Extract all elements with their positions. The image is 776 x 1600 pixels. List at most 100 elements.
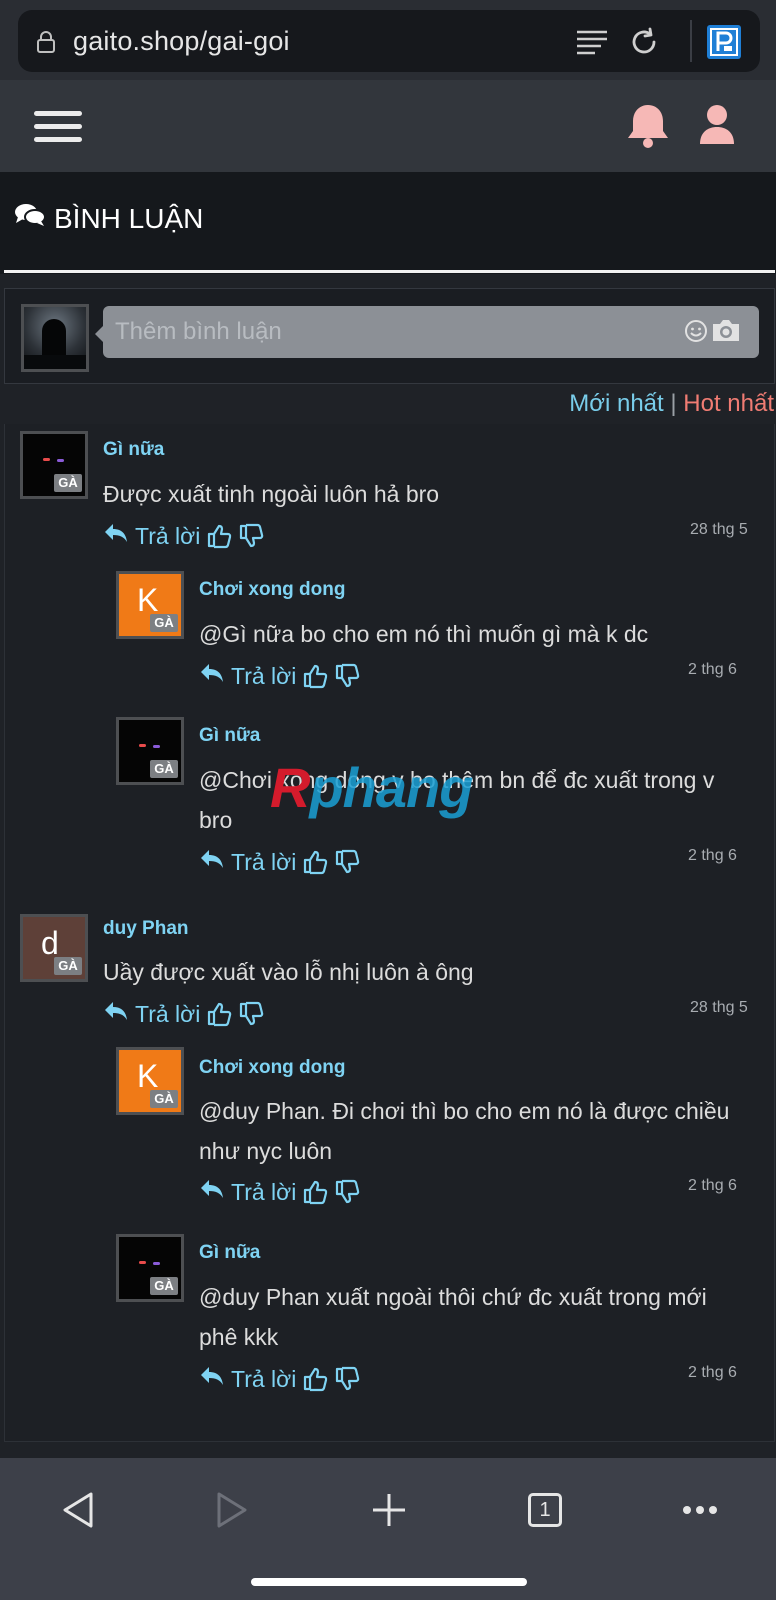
- more-icon[interactable]: [670, 1480, 730, 1540]
- site-header: [0, 80, 776, 172]
- url-text[interactable]: gaito.shop/gai-goi: [73, 26, 290, 57]
- comment-author[interactable]: Chơi xong dong: [199, 579, 345, 601]
- thumbs-up-icon[interactable]: [302, 849, 328, 875]
- section-title-text: BÌNH LUẬN: [54, 202, 204, 234]
- reply-button[interactable]: Trả lời: [103, 1000, 200, 1028]
- comment-text: @duy Phan xuất ngoài thôi chứ đc xuất tr…: [199, 1284, 707, 1350]
- browser-page: gaito.shop/gai-goi BÌNH LUẬN Thêm bình l…: [0, 0, 776, 1600]
- reply-arrow-icon: [199, 1365, 225, 1393]
- thumbs-up-icon[interactable]: [302, 1366, 328, 1392]
- comment-time: 2 thg 6: [688, 847, 737, 864]
- reload-icon[interactable]: [626, 24, 662, 60]
- emoji-icon[interactable]: [684, 319, 708, 348]
- comment-author[interactable]: duy Phan: [103, 918, 189, 940]
- comment-input-box: [4, 288, 775, 384]
- comment-actions: Trả lời: [199, 660, 360, 692]
- comment-time: 28 thg 5: [690, 999, 748, 1016]
- reply-arrow-icon: [199, 1178, 225, 1206]
- comment-text: Được xuất tinh ngoài luôn hả bro: [103, 481, 440, 507]
- comment-author[interactable]: Chơi xong dong: [199, 1057, 345, 1079]
- hamburger-menu-icon[interactable]: [34, 111, 82, 145]
- reply-label: Trả lời: [231, 848, 297, 875]
- rank-badge: GÀ: [54, 957, 82, 975]
- avatar[interactable]: GÀ: [116, 1234, 184, 1302]
- rank-badge: GÀ: [54, 474, 82, 492]
- reply-button[interactable]: Trả lời: [199, 1178, 296, 1206]
- avatar[interactable]: K GÀ: [116, 571, 184, 639]
- reader-mode-icon[interactable]: [574, 24, 610, 60]
- parking-app-icon[interactable]: [706, 24, 742, 60]
- thumbs-down-icon[interactable]: [334, 1179, 360, 1205]
- section-title: BÌNH LUẬN: [14, 202, 203, 235]
- comment-time: 28 thg 5: [690, 521, 748, 538]
- camera-icon[interactable]: [711, 317, 741, 348]
- rank-badge: GÀ: [150, 1277, 178, 1295]
- reply-label: Trả lời: [231, 662, 297, 689]
- comment-actions: Trả lời: [199, 1363, 360, 1395]
- section-divider: [4, 270, 775, 273]
- reply-button[interactable]: Trả lời: [103, 522, 200, 550]
- reply-label: Trả lời: [231, 1365, 297, 1392]
- comment-author[interactable]: Gì nữa: [199, 725, 260, 747]
- thumbs-down-icon[interactable]: [334, 663, 360, 689]
- comment-actions: Trả lời: [103, 998, 264, 1030]
- thumbs-up-icon[interactable]: [206, 523, 232, 549]
- comment-author[interactable]: Gì nữa: [103, 439, 164, 461]
- thumbs-up-icon[interactable]: [302, 1179, 328, 1205]
- reply-label: Trả lời: [135, 522, 201, 549]
- comment-input-wrapper[interactable]: [95, 306, 759, 358]
- rank-badge: GÀ: [150, 760, 178, 778]
- comment-time: 2 thg 6: [688, 661, 737, 678]
- rank-badge: GÀ: [150, 1090, 178, 1108]
- comment-text: @Gì nữa bo cho em nó thì muốn gì mà k dc: [199, 621, 649, 647]
- browser-toolbar: gaito.shop/gai-goi: [0, 0, 776, 80]
- reply-arrow-icon: [103, 522, 129, 550]
- tabs-icon[interactable]: 1: [515, 1480, 575, 1540]
- thumbs-down-icon[interactable]: [238, 1001, 264, 1027]
- thumbs-up-icon[interactable]: [302, 663, 328, 689]
- reply-button[interactable]: Trả lời: [199, 662, 296, 690]
- sort-separator: |: [670, 390, 677, 417]
- comment-text: Uầy được xuất vào lỗ nhị luôn à ông: [103, 959, 474, 985]
- avatar[interactable]: GÀ: [116, 717, 184, 785]
- user-icon[interactable]: [698, 104, 736, 151]
- thumbs-down-icon[interactable]: [238, 523, 264, 549]
- address-bar[interactable]: gaito.shop/gai-goi: [18, 10, 760, 72]
- comment-actions: Trả lời: [199, 846, 360, 878]
- avatar[interactable]: GÀ: [20, 431, 88, 499]
- comment-actions: Trả lời: [199, 1176, 360, 1208]
- new-tab-icon[interactable]: [359, 1480, 419, 1540]
- comment-author[interactable]: Gì nữa: [199, 1242, 260, 1264]
- reply-label: Trả lời: [231, 1178, 297, 1205]
- reply-button[interactable]: Trả lời: [199, 1365, 296, 1393]
- reply-button[interactable]: Trả lời: [199, 848, 296, 876]
- avatar[interactable]: d GÀ: [20, 914, 88, 982]
- sort-options: Mới nhất | Hot nhất: [0, 384, 776, 420]
- forward-icon: [202, 1480, 262, 1540]
- back-icon[interactable]: [48, 1480, 108, 1540]
- thumbs-down-icon[interactable]: [334, 1366, 360, 1392]
- comments-section-header: BÌNH LUẬN: [0, 172, 776, 274]
- comment-input[interactable]: [115, 316, 675, 348]
- sort-hot-link[interactable]: Hot nhất: [683, 390, 774, 417]
- comment-text: @duy Phan. Đi chơi thì bo cho em nó là đ…: [199, 1098, 730, 1164]
- browser-bottom-nav: 1: [0, 1458, 776, 1600]
- current-user-avatar: [21, 304, 89, 372]
- bell-icon[interactable]: [626, 102, 670, 155]
- tab-count: 1: [528, 1493, 562, 1527]
- comment-time: 2 thg 6: [688, 1177, 737, 1194]
- thumbs-down-icon[interactable]: [334, 849, 360, 875]
- thumbs-up-icon[interactable]: [206, 1001, 232, 1027]
- comment-actions: Trả lời: [103, 520, 264, 552]
- comments-icon: [14, 202, 46, 235]
- rank-badge: GÀ: [150, 614, 178, 632]
- sort-newest-link[interactable]: Mới nhất: [569, 390, 663, 417]
- avatar[interactable]: K GÀ: [116, 1047, 184, 1115]
- lock-icon: [36, 30, 56, 59]
- comment-list: GÀ Gì nữa Được xuất tinh ngoài luôn hả b…: [4, 424, 775, 1442]
- comment-time: 2 thg 6: [688, 1364, 737, 1381]
- home-indicator[interactable]: [251, 1578, 527, 1586]
- reply-arrow-icon: [199, 848, 225, 876]
- watermark-logo: Rphang: [270, 756, 473, 819]
- reply-label: Trả lời: [135, 1000, 201, 1027]
